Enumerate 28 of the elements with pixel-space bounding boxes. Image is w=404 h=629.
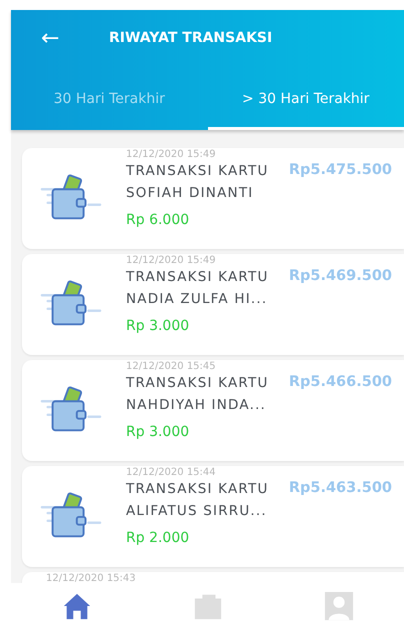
- transaction-amount: Rp 3.000: [126, 424, 190, 440]
- transaction-date: 12/12/2020 15:49: [126, 149, 217, 160]
- transaction-card[interactable]: 12/12/2020 15:45 TRANSAKSI KARTU NAHDIYAH INDA... Rp 3.000 Rp5.466.500: [22, 360, 404, 461]
- home-icon[interactable]: [62, 591, 92, 621]
- page-title: RIWAYAT TRANSAKSI: [109, 30, 272, 46]
- balance-amount: Rp5.466.500: [288, 374, 393, 390]
- transaction-date: 12/12/2020 15:43: [46, 573, 136, 583]
- cardholder-name: NAHDIYAH INDA...: [126, 396, 268, 415]
- cardholder-name: NADIA ZULFA HI...: [126, 290, 268, 309]
- profile-icon[interactable]: [324, 591, 354, 621]
- transaction-title: TRANSAKSI KARTU: [126, 162, 269, 181]
- transaction-amount: Rp 6.000: [126, 212, 190, 228]
- transaction-card[interactable]: 12/12/2020 15:44 TRANSAKSI KARTU ALIFATUS SIRRU... Rp 2.000 Rp5.463.500: [22, 466, 404, 567]
- transaction-card[interactable]: 12/12/2020 15:49 TRANSAKSI KARTU SOFIAH DINANTI Rp 6.000 Rp5.475.500: [22, 148, 404, 249]
- cardholder-name: SOFIAH DINANTI: [126, 184, 254, 203]
- transaction-amount: Rp 2.000: [126, 530, 190, 546]
- transaction-date: 12/12/2020 15:44: [126, 467, 217, 478]
- transaction-title: TRANSAKSI KARTU: [126, 374, 269, 393]
- balance-amount: Rp5.475.500: [288, 162, 393, 178]
- transaction-card[interactable]: 12/12/2020 15:49 TRANSAKSI KARTU NADIA ZULFA HI... Rp 3.000 Rp5.469.500: [22, 254, 404, 355]
- transaction-title: TRANSAKSI KARTU: [126, 268, 269, 287]
- transaction-amount: Rp 3.000: [126, 318, 190, 334]
- transaction-date: 12/12/2020 15:45: [126, 361, 217, 372]
- cardholder-name: ALIFATUS SIRRU...: [126, 502, 268, 521]
- balance-amount: Rp5.463.500: [288, 480, 393, 496]
- transaction-date: 12/12/2020 15:49: [126, 255, 217, 266]
- balance-amount: Rp5.469.500: [288, 268, 393, 284]
- transaction-title: TRANSAKSI KARTU: [126, 480, 269, 499]
